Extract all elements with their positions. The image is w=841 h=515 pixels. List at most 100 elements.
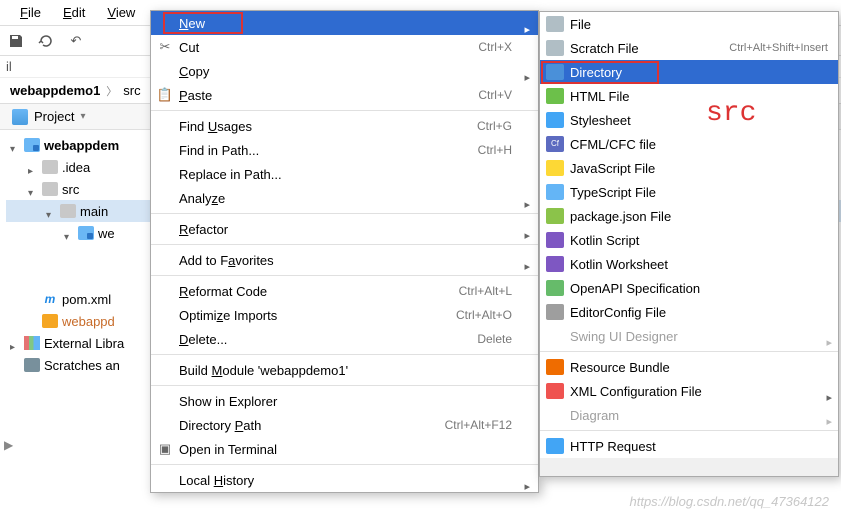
ctx-analyze[interactable]: Analyze (151, 186, 538, 210)
folder-icon (78, 226, 94, 240)
ctx-copy[interactable]: Copy (151, 59, 538, 83)
iml-icon (42, 314, 58, 328)
menu-file-label: ile (28, 5, 41, 20)
menu-edit[interactable]: Edit (53, 3, 95, 22)
new-diagram[interactable]: Diagram (540, 403, 838, 427)
project-icon (12, 109, 28, 125)
module-icon (24, 138, 40, 152)
separator (540, 351, 838, 352)
new-editorconfig[interactable]: EditorConfig File (540, 300, 838, 324)
editorconfig-icon (546, 304, 564, 320)
ctx-refactor[interactable]: Refactor (151, 217, 538, 241)
chevron-right-icon: 〉 (106, 83, 117, 99)
tree-label: main (80, 204, 108, 219)
tree-label: External Libra (44, 336, 124, 351)
play-icon[interactable]: ▶ (4, 438, 13, 452)
ctx-find-in-path[interactable]: Find in Path...Ctrl+H (151, 138, 538, 162)
ctx-replace-in-path[interactable]: Replace in Path... (151, 162, 538, 186)
scissors-icon: ✂ (157, 39, 173, 55)
submenu-footer (540, 458, 838, 476)
ctx-add-to-favorites[interactable]: Add to Favorites (151, 248, 538, 272)
directory-icon (546, 64, 564, 80)
folder-icon (42, 160, 58, 174)
ctx-delete[interactable]: Delete...Delete (151, 327, 538, 351)
ctx-build-module[interactable]: Build Module 'webappdemo1' (151, 358, 538, 382)
maven-icon: m (42, 292, 58, 306)
crumb-child[interactable]: src (123, 83, 140, 98)
terminal-icon: ▣ (157, 441, 173, 457)
scratch-icon (546, 40, 564, 56)
new-kotlin-script[interactable]: Kotlin Script (540, 228, 838, 252)
new-stylesheet[interactable]: Stylesheet (540, 108, 838, 132)
refresh-icon[interactable] (38, 33, 54, 49)
tree-label: Scratches an (44, 358, 120, 373)
expand-icon[interactable] (46, 206, 56, 216)
new-file[interactable]: File (540, 12, 838, 36)
expand-icon[interactable] (28, 162, 38, 172)
kotlin-worksheet-icon (546, 256, 564, 272)
new-resource-bundle[interactable]: Resource Bundle (540, 355, 838, 379)
crumb-root[interactable]: webappdemo1 (10, 83, 100, 98)
separator (151, 354, 538, 355)
folder-icon (42, 182, 58, 196)
new-package-json[interactable]: package.json File (540, 204, 838, 228)
scratches-icon (24, 358, 40, 372)
ctx-local-history[interactable]: Local History (151, 468, 538, 492)
project-panel-title: Project (34, 109, 74, 124)
tree-label: .idea (62, 160, 90, 175)
ctx-find-usages[interactable]: Find UsagesCtrl+G (151, 114, 538, 138)
context-menu: New ✂ CutCtrl+X Copy 📋 PasteCtrl+V Find … (150, 10, 539, 493)
new-http-request[interactable]: HTTP Request (540, 434, 838, 458)
ctx-new[interactable]: New (151, 11, 538, 35)
ctx-optimize-imports[interactable]: Optimize ImportsCtrl+Alt+O (151, 303, 538, 327)
new-kotlin-worksheet[interactable]: Kotlin Worksheet (540, 252, 838, 276)
folder-icon (60, 204, 76, 218)
resource-bundle-icon (546, 359, 564, 375)
ts-icon (546, 184, 564, 200)
new-openapi-spec[interactable]: OpenAPI Specification (540, 276, 838, 300)
new-xml-config[interactable]: XML Configuration File (540, 379, 838, 403)
expand-icon[interactable] (28, 184, 38, 194)
new-scratch-file[interactable]: Scratch FileCtrl+Alt+Shift+Insert (540, 36, 838, 60)
ctx-paste[interactable]: 📋 PasteCtrl+V (151, 83, 538, 107)
menu-view-label: iew (116, 5, 136, 20)
clipboard-icon: 📋 (157, 87, 173, 103)
chevron-down-icon: ▾ (80, 111, 85, 122)
separator (151, 213, 538, 214)
new-typescript-file[interactable]: TypeScript File (540, 180, 838, 204)
new-swing-ui-designer[interactable]: Swing UI Designer (540, 324, 838, 348)
new-javascript-file[interactable]: JavaScript File (540, 156, 838, 180)
expand-icon[interactable] (10, 140, 20, 150)
save-icon[interactable] (8, 33, 24, 49)
menu-edit-label: dit (72, 5, 86, 20)
css-icon (546, 112, 564, 128)
separator (540, 430, 838, 431)
watermark: https://blog.csdn.net/qq_47364122 (630, 494, 830, 509)
package-icon (546, 208, 564, 224)
ctx-open-in-terminal[interactable]: ▣ Open in Terminal (151, 437, 538, 461)
js-icon (546, 160, 564, 176)
new-directory[interactable]: Directory (540, 60, 838, 84)
kotlin-icon (546, 232, 564, 248)
separator (151, 110, 538, 111)
tree-label: src (62, 182, 79, 197)
file-icon (546, 16, 564, 32)
ctx-directory-path[interactable]: Directory PathCtrl+Alt+F12 (151, 413, 538, 437)
new-submenu: File Scratch FileCtrl+Alt+Shift+Insert D… (539, 11, 839, 477)
menu-view[interactable]: View (97, 3, 145, 22)
ctx-cut[interactable]: ✂ CutCtrl+X (151, 35, 538, 59)
tree-label: webappd (62, 314, 115, 329)
new-html-file[interactable]: HTML File (540, 84, 838, 108)
separator (151, 385, 538, 386)
new-cfml-file[interactable]: CfCFML/CFC file (540, 132, 838, 156)
menu-file[interactable]: File (10, 3, 51, 22)
expand-icon[interactable] (64, 228, 74, 238)
separator (151, 464, 538, 465)
http-icon (546, 438, 564, 454)
separator (151, 275, 538, 276)
ctx-reformat[interactable]: Reformat CodeCtrl+Alt+L (151, 279, 538, 303)
ctx-show-in-explorer[interactable]: Show in Explorer (151, 389, 538, 413)
undo-icon[interactable]: ↶ (68, 33, 84, 49)
html-icon (546, 88, 564, 104)
expand-icon[interactable] (10, 338, 20, 348)
